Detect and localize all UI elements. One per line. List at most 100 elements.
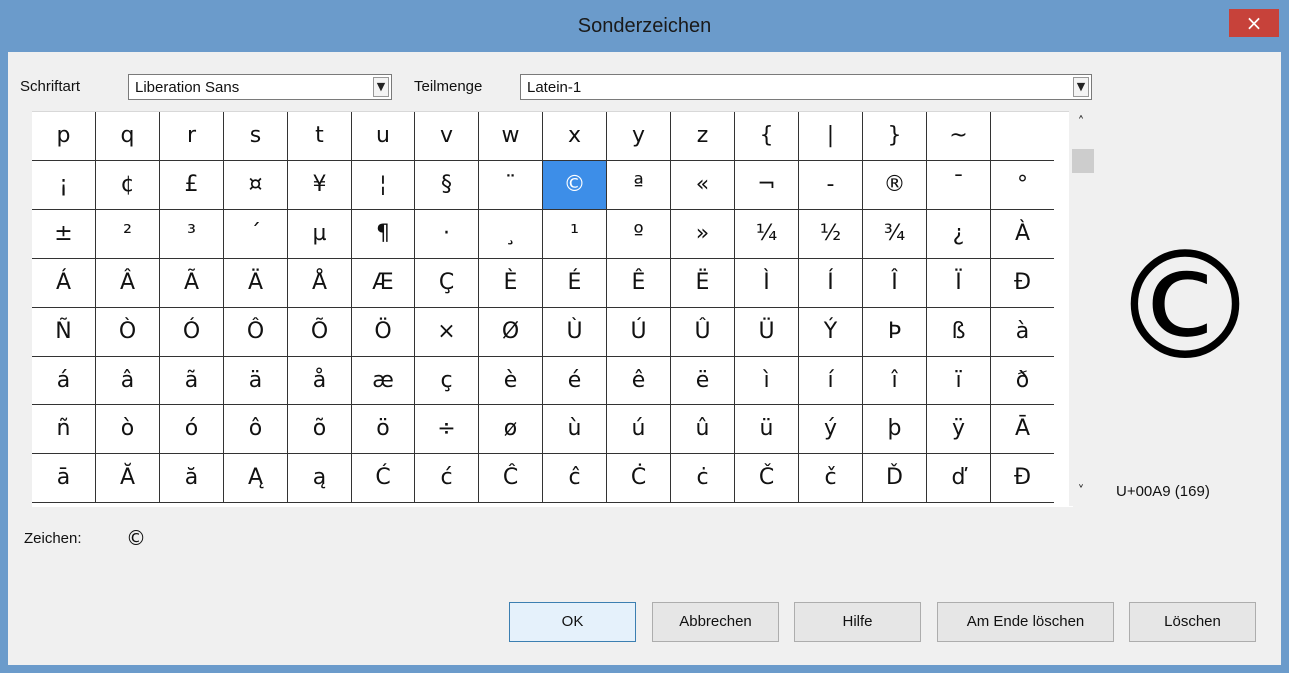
character-cell[interactable]: ć (415, 454, 479, 503)
character-cell[interactable]: ô (224, 405, 288, 454)
character-cell[interactable]: ó (160, 405, 224, 454)
character-cell[interactable]: x (543, 112, 607, 161)
delete-button[interactable]: Löschen (1129, 602, 1256, 642)
character-cell[interactable]: Å (288, 259, 352, 308)
character-cell[interactable]: ü (735, 405, 799, 454)
character-cell[interactable]: ª (607, 161, 671, 210)
scroll-up-arrow-icon[interactable]: ˄ (1069, 113, 1093, 133)
character-cell[interactable]: È (479, 259, 543, 308)
character-cell[interactable]: Õ (288, 308, 352, 357)
character-cell[interactable]: « (671, 161, 735, 210)
character-cell[interactable]: É (543, 259, 607, 308)
character-cell[interactable]: r (160, 112, 224, 161)
character-cell[interactable]: ö (352, 405, 415, 454)
character-cell[interactable]: è (479, 357, 543, 405)
scroll-down-arrow-icon[interactable]: ˅ (1069, 482, 1093, 502)
character-cell[interactable]: Ì (735, 259, 799, 308)
character-cell[interactable]: ï (927, 357, 991, 405)
character-cell[interactable]: y (607, 112, 671, 161)
character-cell[interactable]: ã (160, 357, 224, 405)
character-cell[interactable]: á (32, 357, 96, 405)
character-cell[interactable]: Ô (224, 308, 288, 357)
character-cell[interactable]: Ï (927, 259, 991, 308)
character-cell[interactable]: č (799, 454, 863, 503)
character-cell[interactable]: Ď (863, 454, 927, 503)
character-cell[interactable]: Ð (991, 259, 1054, 308)
character-cell[interactable]: õ (288, 405, 352, 454)
character-cell[interactable]: Ĉ (479, 454, 543, 503)
character-cell[interactable]: ² (96, 210, 160, 259)
character-cell[interactable]: Æ (352, 259, 415, 308)
scroll-thumb[interactable] (1072, 149, 1094, 173)
character-cell[interactable]: ä (224, 357, 288, 405)
character-cell[interactable]: Í (799, 259, 863, 308)
character-cell[interactable]: Ü (735, 308, 799, 357)
character-cell[interactable]: ù (543, 405, 607, 454)
character-cell[interactable]: × (415, 308, 479, 357)
character-cell[interactable]: ÷ (415, 405, 479, 454)
character-cell[interactable]: å (288, 357, 352, 405)
character-cell[interactable]: ¸ (479, 210, 543, 259)
chevron-down-icon[interactable]: ▼ (373, 77, 389, 97)
close-button[interactable]: × (1229, 9, 1279, 37)
character-cell[interactable]: þ (863, 405, 927, 454)
character-cell[interactable]: Ā (991, 405, 1054, 454)
character-cell[interactable]: q (96, 112, 160, 161)
character-cell[interactable]: ¡ (32, 161, 96, 210)
character-cell[interactable]: ° (991, 161, 1054, 210)
character-cell[interactable]: À (991, 210, 1054, 259)
character-cell[interactable]: ÿ (927, 405, 991, 454)
character-cell[interactable]: ¥ (288, 161, 352, 210)
character-cell[interactable]: ċ (671, 454, 735, 503)
character-cell[interactable]: û (671, 405, 735, 454)
font-combobox[interactable]: Liberation Sans ▼ (128, 74, 392, 100)
character-cell[interactable]: © (543, 161, 607, 210)
character-cell[interactable]: ý (799, 405, 863, 454)
character-cell[interactable]: s (224, 112, 288, 161)
character-cell[interactable]: ë (671, 357, 735, 405)
character-cell[interactable]: Ý (799, 308, 863, 357)
character-cell[interactable]: ¢ (96, 161, 160, 210)
character-cell[interactable]: ³ (160, 210, 224, 259)
character-cell[interactable]: Ã (160, 259, 224, 308)
character-cell[interactable]: ß (927, 308, 991, 357)
grid-scrollbar[interactable]: ˄ ˅ (1069, 111, 1094, 506)
character-cell[interactable] (991, 112, 1054, 161)
character-cell[interactable]: Ă (96, 454, 160, 503)
character-cell[interactable]: Ø (479, 308, 543, 357)
character-cell[interactable]: Â (96, 259, 160, 308)
character-cell[interactable]: p (32, 112, 96, 161)
character-cell[interactable]: ¾ (863, 210, 927, 259)
character-cell[interactable]: í (799, 357, 863, 405)
character-cell[interactable]: £ (160, 161, 224, 210)
character-cell[interactable]: ç (415, 357, 479, 405)
character-cell[interactable]: ® (863, 161, 927, 210)
character-cell[interactable]: ¶ (352, 210, 415, 259)
character-cell[interactable]: ď (927, 454, 991, 503)
character-cell[interactable]: Ú (607, 308, 671, 357)
character-cell[interactable]: Á (32, 259, 96, 308)
character-cell[interactable]: Î (863, 259, 927, 308)
character-cell[interactable]: } (863, 112, 927, 161)
character-cell[interactable]: u (352, 112, 415, 161)
title-bar[interactable]: Sonderzeichen × (0, 0, 1289, 52)
character-cell[interactable]: - (799, 161, 863, 210)
character-cell[interactable]: Ç (415, 259, 479, 308)
character-cell[interactable]: Ù (543, 308, 607, 357)
character-cell[interactable]: Ć (352, 454, 415, 503)
character-cell[interactable]: Û (671, 308, 735, 357)
character-cell[interactable]: ā (32, 454, 96, 503)
character-cell[interactable]: ~ (927, 112, 991, 161)
character-cell[interactable]: | (799, 112, 863, 161)
character-cell[interactable]: § (415, 161, 479, 210)
character-cell[interactable]: ú (607, 405, 671, 454)
character-cell[interactable]: Đ (991, 454, 1054, 503)
character-cell[interactable]: ø (479, 405, 543, 454)
character-cell[interactable]: z (671, 112, 735, 161)
character-cell[interactable]: à (991, 308, 1054, 357)
character-cell[interactable]: Ñ (32, 308, 96, 357)
character-cell[interactable]: ð (991, 357, 1054, 405)
character-cell[interactable]: w (479, 112, 543, 161)
character-cell[interactable]: ¯ (927, 161, 991, 210)
character-cell[interactable]: ¦ (352, 161, 415, 210)
